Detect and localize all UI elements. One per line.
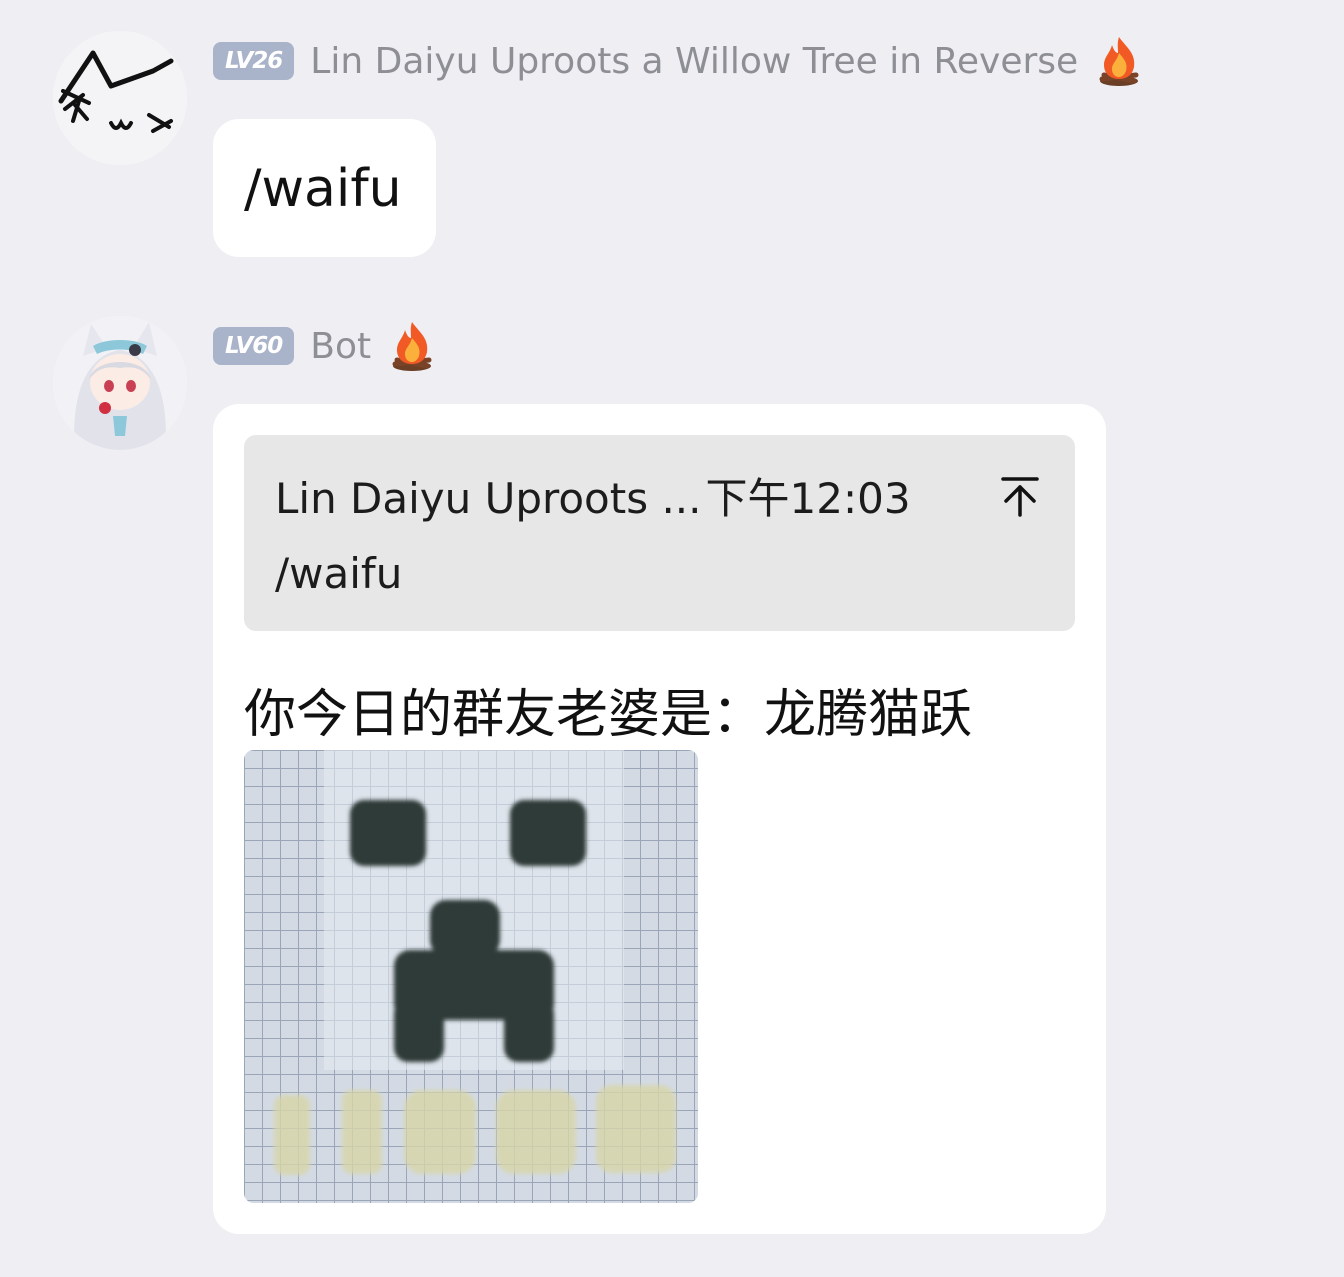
message-bubble[interactable]: /waifu <box>213 119 436 257</box>
quote-time: 下午12:03 <box>705 474 911 523</box>
avatar[interactable] <box>53 316 187 450</box>
level-badge: LV60 <box>213 327 295 365</box>
message-2: LV60 Bot Lin Daiyu Uproots ...下午12:03 /w… <box>0 300 1344 1250</box>
creeper-image-icon <box>244 750 698 1203</box>
quote-header: Lin Daiyu Uproots ...下午12:03 <box>275 465 911 526</box>
quote-author: Lin Daiyu Uproots ... <box>275 474 702 523</box>
level-badge: LV26 <box>213 42 295 80</box>
message-header: LV26 Lin Daiyu Uproots a Willow Tree in … <box>213 31 1142 91</box>
quote-text: /waifu <box>275 549 403 598</box>
message-1: LV26 Lin Daiyu Uproots a Willow Tree in … <box>0 0 1344 270</box>
anime-girl-avatar-icon <box>53 316 187 450</box>
message-text: 你今日的群友老婆是：龙腾猫跃 <box>244 685 973 745</box>
cat-face-avatar-icon <box>53 31 187 165</box>
sender-name[interactable]: Lin Daiyu Uproots a Willow Tree in Rever… <box>310 41 1078 82</box>
message-header: LV60 Bot <box>213 316 435 376</box>
jump-to-original-icon[interactable] <box>999 475 1041 517</box>
avatar[interactable] <box>53 31 187 165</box>
fire-icon <box>1099 37 1139 86</box>
fire-icon <box>392 322 432 371</box>
message-bubble[interactable]: Lin Daiyu Uproots ...下午12:03 /waifu 你今日的… <box>213 404 1106 1234</box>
creeper-bead-photo[interactable] <box>244 750 698 1203</box>
quoted-message[interactable]: Lin Daiyu Uproots ...下午12:03 /waifu <box>244 435 1075 631</box>
message-text: /waifu <box>244 159 402 219</box>
sender-name[interactable]: Bot <box>310 326 371 367</box>
